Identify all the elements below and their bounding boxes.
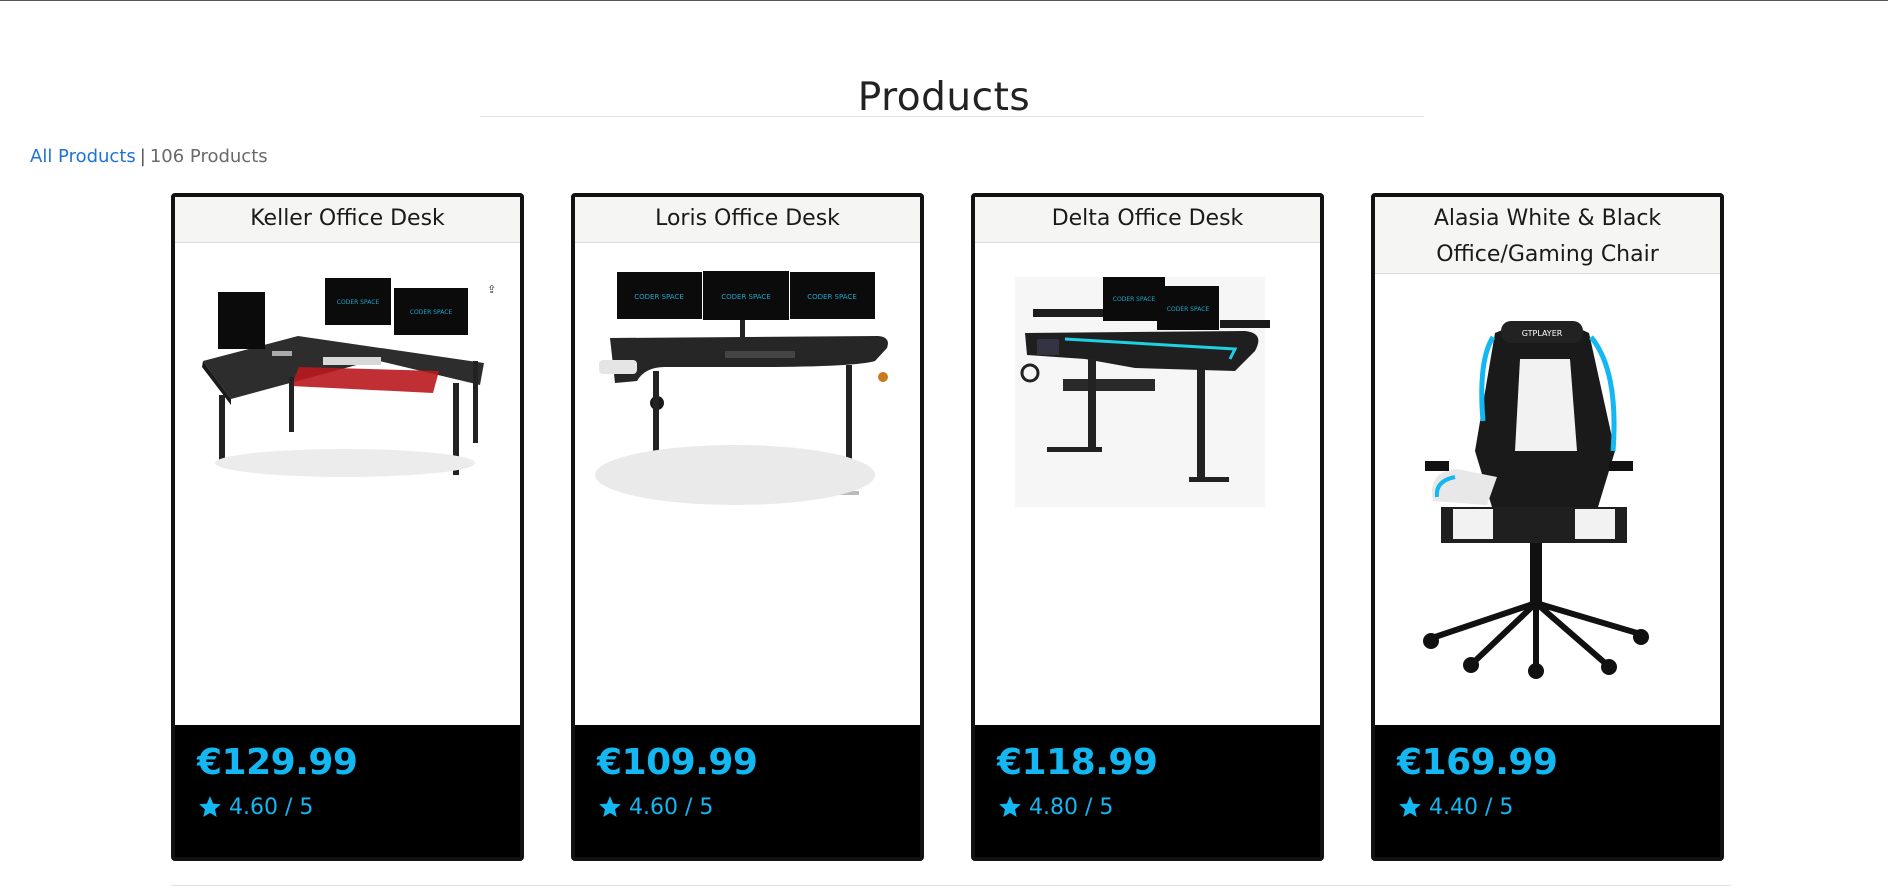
page-title: Products [857,75,1031,121]
product-price: €109.99 [597,742,758,783]
product-card[interactable]: Loris Office Desk CODER SPACE CODER SPAC… [571,193,924,861]
product-name: Keller Office Desk [175,197,520,243]
product-card[interactable]: Alasia White & Black Office/Gaming Chair… [1371,193,1724,861]
product-name: Delta Office Desk [975,197,1320,243]
product-footer: €169.99 4.40 / 5 [1375,725,1720,857]
product-rating: 4.80 / 5 [997,794,1320,820]
rating-value: 4.60 / 5 [629,794,714,820]
star-icon [599,796,621,817]
svg-text:CODER SPACE: CODER SPACE [410,309,453,316]
product-footer: €118.99 4.80 / 5 [975,725,1320,857]
svg-text:CODER SPACE: CODER SPACE [634,293,684,301]
product-name: Loris Office Desk [575,197,920,243]
standing-desk-icon: CODER SPACE CODER SPACE [975,243,1320,733]
svg-text:GTPLAYER: GTPLAYER [1522,329,1563,338]
product-rating: 4.60 / 5 [197,794,520,820]
product-price: €169.99 [1397,742,1558,783]
product-footer: €109.99 4.60 / 5 [575,725,920,857]
gaming-desk-icon: CODER SPACE CODER SPACE CODER SPACE [575,243,920,733]
rating-value: 4.80 / 5 [1029,794,1114,820]
rating-value: 4.60 / 5 [229,794,314,820]
product-footer: €129.99 4.60 / 5 [175,725,520,857]
star-icon [199,796,221,817]
svg-text:CODER SPACE: CODER SPACE [337,299,380,306]
rating-value: 4.40 / 5 [1429,794,1514,820]
star-icon [1399,796,1421,817]
product-price: €118.99 [997,742,1158,783]
product-card[interactable]: Delta Office Desk CODER SPACE CODER SPAC… [971,193,1324,861]
product-price: €129.99 [197,742,358,783]
svg-text:CODER SPACE: CODER SPACE [1167,306,1210,313]
product-rating: 4.60 / 5 [597,794,920,820]
svg-text:CODER SPACE: CODER SPACE [807,293,857,301]
svg-text:CODER SPACE: CODER SPACE [721,293,771,301]
svg-text:CODER SPACE: CODER SPACE [1113,296,1156,303]
title-divider [480,116,1424,117]
star-icon [999,796,1021,817]
breadcrumb-separator: | [139,146,146,167]
svg-text:⇪: ⇪ [487,283,496,296]
gaming-chair-icon: GTPLAYER [1375,281,1720,733]
product-card[interactable]: Keller Office Desk CODER SPACE CODER SPA… [171,193,524,861]
all-products-link[interactable]: All Products [30,146,136,167]
product-rating: 4.40 / 5 [1397,794,1720,820]
breadcrumb: All Products | 106 Products [30,146,268,167]
product-name: Alasia White & Black Office/Gaming Chair [1375,197,1720,274]
product-count: 106 Products [149,146,268,167]
l-shaped-desk-icon: CODER SPACE CODER SPACE ⇪ [175,243,520,733]
